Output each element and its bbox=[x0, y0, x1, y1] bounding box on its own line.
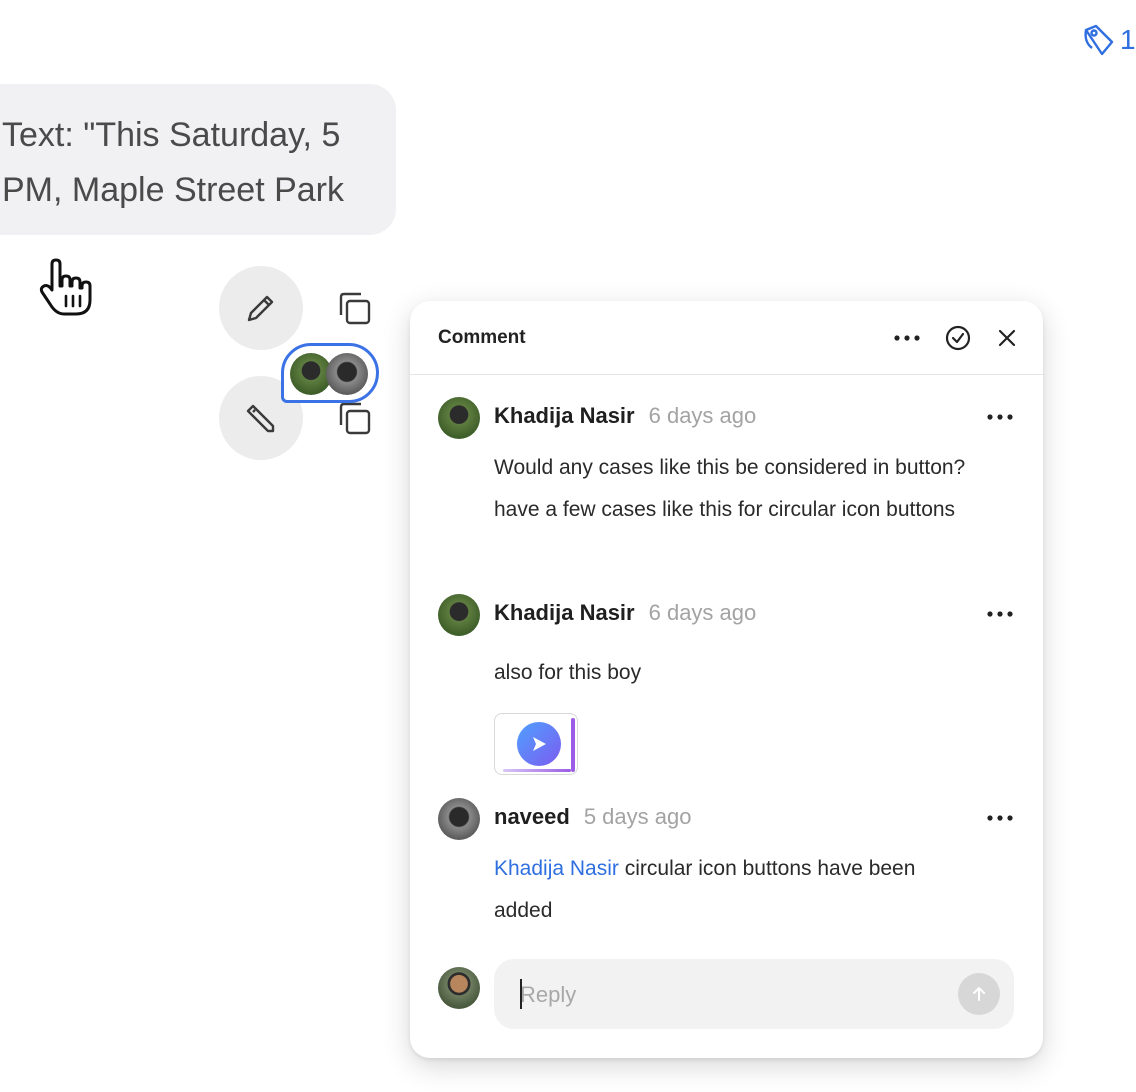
canvas: 1 Text: "This Saturday, 5 PM, Maple Stre… bbox=[0, 0, 1136, 1092]
comment-more-button[interactable] bbox=[982, 806, 1018, 830]
message-bubble: Text: "This Saturday, 5 PM, Maple Street… bbox=[0, 84, 396, 235]
reply-input[interactable] bbox=[518, 977, 942, 1013]
thumbnail-accent-line bbox=[503, 769, 571, 772]
avatar bbox=[438, 397, 480, 439]
text-caret bbox=[520, 979, 522, 1009]
comment-author: naveed 5 days ago bbox=[494, 804, 691, 830]
comment-thread-marker[interactable] bbox=[281, 343, 379, 403]
reply-row bbox=[438, 959, 1018, 1031]
tag-counter[interactable]: 1 bbox=[1082, 22, 1136, 58]
tag-icon bbox=[1084, 24, 1114, 56]
thumbnail-accent-bar bbox=[571, 718, 575, 772]
panel-title: Comment bbox=[438, 327, 526, 348]
more-horizontal-icon bbox=[987, 815, 1013, 821]
author-name: naveed bbox=[494, 804, 570, 829]
play-icon bbox=[517, 722, 561, 766]
edit-button[interactable] bbox=[219, 266, 303, 350]
message-text: Text: "This Saturday, 5 PM, Maple Street… bbox=[2, 116, 345, 209]
more-horizontal-icon bbox=[894, 335, 920, 341]
mention-link[interactable]: Khadija Nasir bbox=[494, 857, 619, 880]
close-icon bbox=[998, 329, 1016, 347]
more-options-button[interactable] bbox=[892, 323, 922, 353]
comment-body: Khadija Nasir circular icon buttons have… bbox=[494, 848, 974, 932]
author-name: Khadija Nasir bbox=[494, 403, 635, 428]
check-circle-icon bbox=[945, 325, 971, 351]
author-name: Khadija Nasir bbox=[494, 600, 635, 625]
comment-body: also for this boy bbox=[494, 661, 642, 684]
more-horizontal-icon bbox=[987, 611, 1013, 617]
comment-panel: Comment Khadija Nasir 6 days ago Would a… bbox=[410, 301, 1043, 1058]
arrow-up-icon bbox=[973, 987, 985, 1001]
attachment-thumbnail[interactable] bbox=[494, 713, 578, 775]
reply-box[interactable] bbox=[494, 959, 1014, 1029]
comment-author: Khadija Nasir 6 days ago bbox=[494, 403, 756, 429]
hand-cursor-icon bbox=[38, 256, 100, 325]
more-horizontal-icon bbox=[987, 414, 1013, 420]
avatar bbox=[438, 798, 480, 840]
comment-author: Khadija Nasir 6 days ago bbox=[494, 600, 756, 626]
comment-time: 5 days ago bbox=[583, 804, 692, 829]
avatar bbox=[438, 594, 480, 636]
pencil-alt-icon bbox=[246, 404, 275, 433]
current-user-avatar bbox=[438, 967, 480, 1009]
copy-icon-2[interactable] bbox=[335, 399, 375, 444]
comment-panel-header: Comment bbox=[410, 301, 1043, 375]
comment-more-button[interactable] bbox=[982, 405, 1018, 429]
comment-time: 6 days ago bbox=[648, 600, 757, 625]
pencil-icon bbox=[247, 295, 274, 322]
comment-body: Would any cases like this be considered … bbox=[494, 456, 966, 521]
comment-more-button[interactable] bbox=[982, 602, 1018, 626]
avatar bbox=[326, 353, 368, 395]
comment-time: 6 days ago bbox=[648, 403, 757, 428]
tag-count: 1 bbox=[1120, 24, 1136, 55]
send-button[interactable] bbox=[958, 973, 1000, 1015]
close-button[interactable] bbox=[992, 323, 1022, 353]
resolve-button[interactable] bbox=[943, 323, 973, 353]
copy-icon[interactable] bbox=[335, 289, 375, 334]
